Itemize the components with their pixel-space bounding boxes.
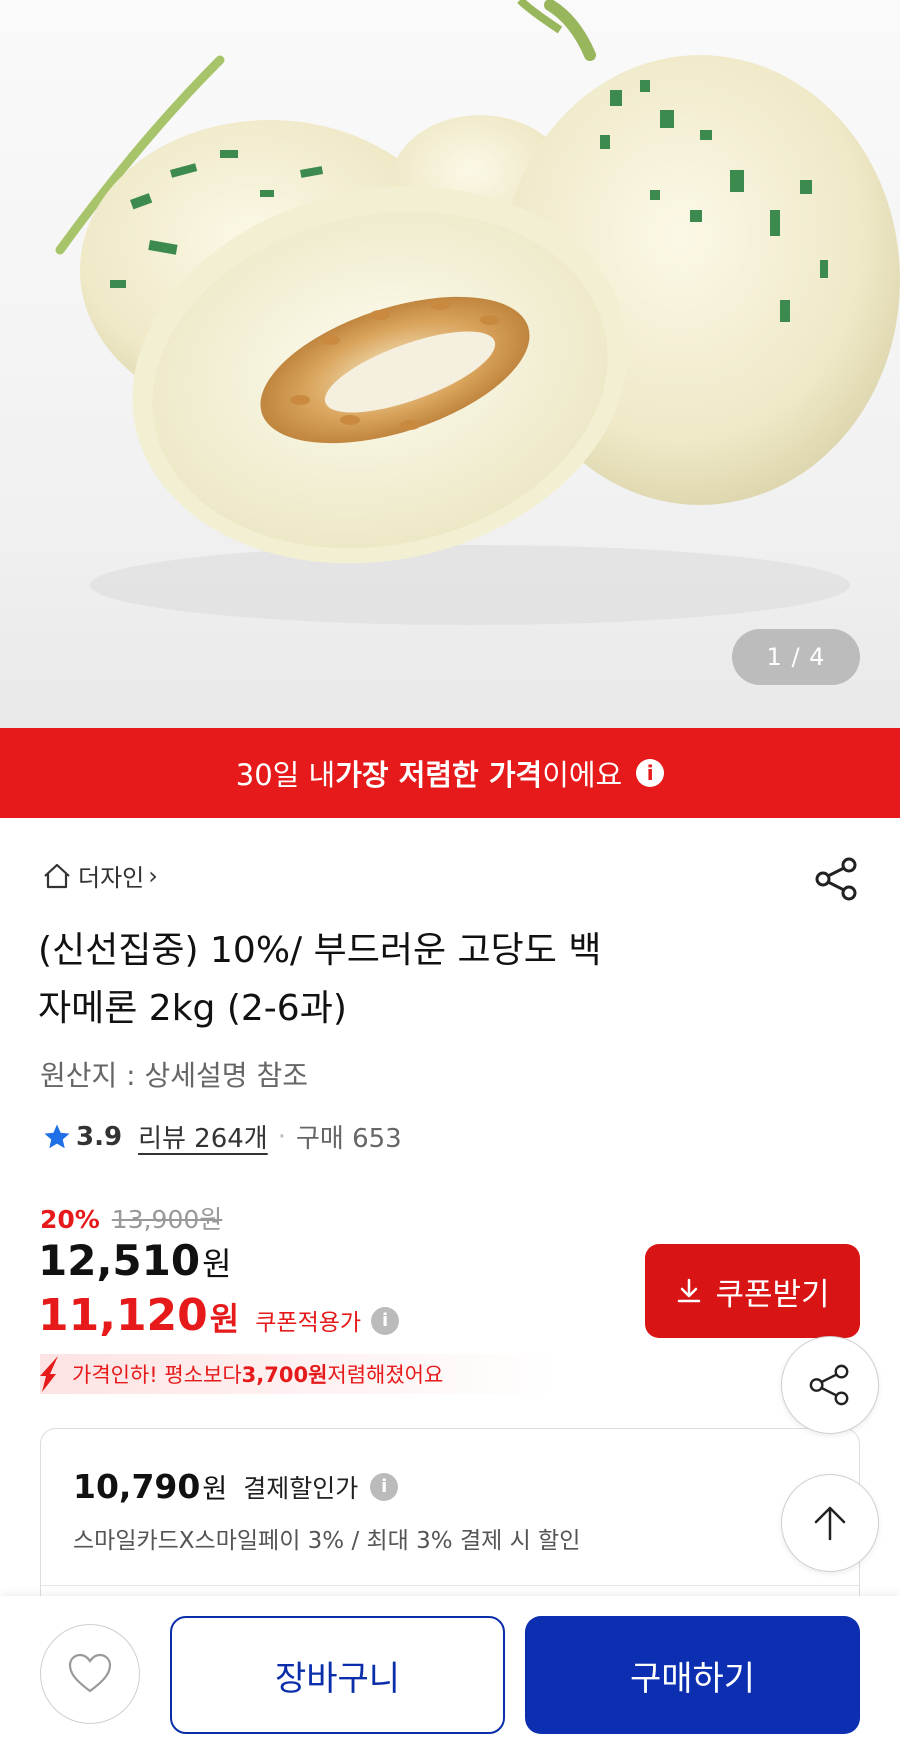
payment-price-value: 10,790 xyxy=(73,1467,201,1506)
bottom-action-bar: 장바구니 구매하기 xyxy=(0,1596,900,1755)
lowest-price-banner[interactable]: 30일 내 가장 저렴한 가격 이에요 i xyxy=(0,728,900,818)
image-pager: 1 / 4 xyxy=(732,629,860,685)
discount-percent: 20% xyxy=(40,1205,100,1234)
sale-price-value: 12,510 xyxy=(38,1236,201,1285)
chevron-right-icon: › xyxy=(148,861,158,890)
share-icon xyxy=(809,1364,849,1406)
discount-line: 20% 13,900원 xyxy=(40,1200,222,1236)
store-name: 더자인 xyxy=(78,864,145,892)
price-drop-notice: 가격인하! 평소보다 3,700원 저렴해졌어요 xyxy=(40,1354,560,1394)
coupon-price-label: 쿠폰적용가 xyxy=(255,1310,362,1336)
store-link[interactable]: 더자인 › xyxy=(42,858,158,893)
heart-icon xyxy=(68,1653,112,1693)
arrow-up-icon xyxy=(814,1506,846,1541)
sale-price-unit: 원 xyxy=(202,1245,232,1283)
product-image-gallery[interactable]: 1 / 4 xyxy=(0,0,900,728)
rating-score: 3.9 xyxy=(76,1121,123,1152)
floating-share-button[interactable] xyxy=(781,1336,879,1434)
info-icon[interactable]: i xyxy=(371,1306,400,1335)
product-image xyxy=(55,0,900,625)
product-title-line2: 자메론 2kg (2-6과) xyxy=(38,988,347,1029)
sale-price: 12,510원 xyxy=(38,1236,232,1285)
buy-now-button[interactable]: 구매하기 xyxy=(525,1616,860,1734)
get-coupon-button[interactable]: 쿠폰받기 xyxy=(645,1244,860,1338)
price-down-arrow-icon xyxy=(40,1356,58,1392)
info-icon[interactable]: i xyxy=(370,1472,399,1501)
rating-row: 3.9 리뷰 264개 · 구매 653 xyxy=(42,1118,402,1155)
download-icon xyxy=(678,1278,701,1303)
product-title-line1: (신선집중) 10%/ 부드러운 고당도 백 xyxy=(38,930,602,971)
add-to-cart-button[interactable]: 장바구니 xyxy=(170,1616,505,1734)
product-title: (신선집중) 10%/ 부드러운 고당도 백 자메론 2kg (2-6과) xyxy=(38,922,798,1038)
star-icon xyxy=(44,1124,70,1148)
scroll-to-top-button[interactable] xyxy=(781,1474,879,1572)
review-count-link[interactable]: 리뷰 264개 xyxy=(138,1118,268,1155)
coupon-price: 11,120 원 쿠폰적용가 i xyxy=(38,1290,400,1341)
divider xyxy=(41,1585,859,1586)
coupon-price-unit: 원 xyxy=(209,1300,240,1338)
original-price: 13,900원 xyxy=(111,1205,223,1234)
price-drop-prefix: 가격인하! 평소보다 xyxy=(72,1363,242,1387)
home-icon xyxy=(44,863,70,888)
share-icon[interactable] xyxy=(814,856,860,902)
payment-description: 스마일카드X스마일페이 3% / 최대 3% 결제 시 할인 xyxy=(73,1528,581,1554)
get-coupon-label: 쿠폰받기 xyxy=(715,1276,830,1312)
product-origin: 원산지 : 상세설명 참조 xyxy=(40,1059,308,1092)
purchase-count: 구매 653 xyxy=(295,1124,402,1154)
banner-highlight: 가장 저렴한 가격 xyxy=(335,758,543,792)
banner-suffix: 이에요 xyxy=(542,758,623,792)
payment-price-label: 결제할인가 xyxy=(243,1473,359,1503)
info-icon[interactable]: i xyxy=(636,759,665,787)
price-drop-suffix: 저렴해졌어요 xyxy=(327,1363,444,1387)
wishlist-button[interactable] xyxy=(40,1624,140,1724)
payment-price-unit: 원 xyxy=(202,1474,228,1505)
payment-price: 10,790 원 결제할인가 i xyxy=(73,1467,399,1506)
coupon-price-value: 11,120 xyxy=(38,1290,208,1341)
banner-prefix: 30일 내 xyxy=(235,758,336,792)
separator-dot: · xyxy=(277,1121,286,1152)
price-drop-amount: 3,700원 xyxy=(241,1363,328,1387)
